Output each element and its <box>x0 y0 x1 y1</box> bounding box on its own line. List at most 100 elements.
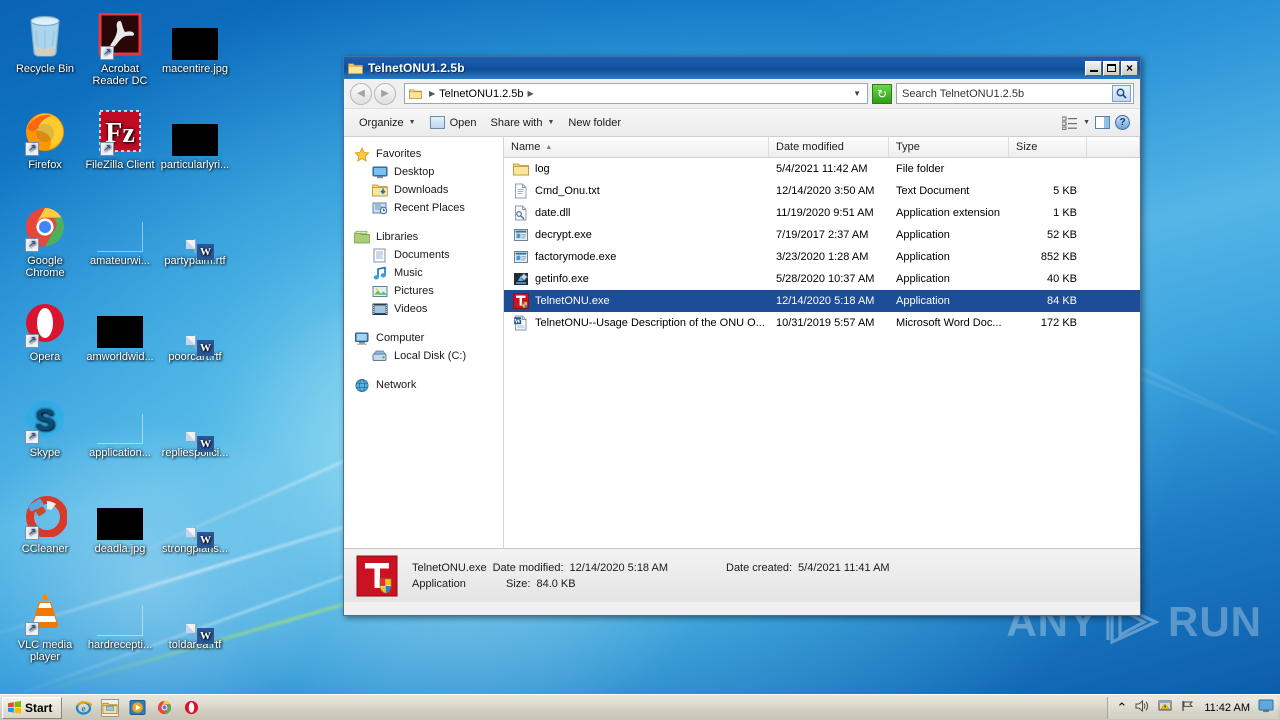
search-icon[interactable] <box>1112 85 1131 102</box>
change-view-icon[interactable] <box>1061 116 1078 130</box>
table-row[interactable]: date.dll 11/19/2020 9:51 AM Application ex… <box>504 202 1140 224</box>
desktop-icon-amateurwi[interactable]: amateurwi... <box>82 202 158 267</box>
file-type: Application <box>896 229 950 241</box>
column-header-size[interactable]: Size <box>1009 137 1087 157</box>
new-folder-button[interactable]: New folder <box>561 112 628 134</box>
desktop-icon-partypalm-rtf[interactable]: Wpartypalm.rtf <box>157 202 233 267</box>
column-header-row[interactable]: Name ▲ Date modified Type Size <box>504 137 1140 158</box>
start-button[interactable]: Start <box>2 696 63 719</box>
nav-item-desktop[interactable]: Desktop <box>344 163 503 181</box>
file-list[interactable]: Name ▲ Date modified Type Size log 5/4/2021 1… <box>504 137 1140 548</box>
nav-group-network[interactable]: Network <box>344 376 503 394</box>
taskbar-opera-icon[interactable] <box>182 699 200 717</box>
nav-item-recent-places[interactable]: Recent Places <box>344 199 503 217</box>
taskbar-chrome-icon[interactable] <box>155 699 173 717</box>
back-button[interactable]: ◀ <box>350 82 372 105</box>
desktop-icon-opera[interactable]: ↗ Opera <box>7 298 83 363</box>
table-row[interactable]: W TelnetONU--Usage Description of the ONU… <box>504 312 1140 334</box>
table-row[interactable]: factorymode.exe 3/23/2020 1:28 AM Applicat… <box>504 246 1140 268</box>
action-center-icon[interactable] <box>1158 699 1173 716</box>
desktop-icon-label: Skype <box>29 447 61 459</box>
taskbar[interactable]: Start e ⌃ 11:42 AM <box>0 694 1280 720</box>
desktop-icon-label: FileZilla Client <box>85 159 155 171</box>
details-pane: TelnetONU.exe Date modified: 12/14/2020 … <box>344 548 1140 602</box>
word-document-icon: W <box>194 431 214 452</box>
desktop-icon-application[interactable]: application... <box>82 394 158 459</box>
taskbar-internet-explorer-icon[interactable]: e <box>74 699 92 717</box>
desktop-icon-acrobat-reader-dc[interactable]: ↗ Acrobat Reader DC <box>82 10 158 87</box>
quick-launch-bar[interactable]: e <box>68 698 200 717</box>
image-thumbnail-icon <box>97 414 143 444</box>
organize-button[interactable]: Organize ▼ <box>352 112 423 134</box>
nav-item-pictures[interactable]: Pictures <box>344 282 503 300</box>
help-icon[interactable]: ? <box>1115 115 1130 130</box>
column-header-type[interactable]: Type <box>889 137 1009 157</box>
address-bar[interactable]: ▶ TelnetONU1.2.5b ▶ ▼ <box>404 83 868 104</box>
table-row[interactable]: TelnetONU.exe 12/14/2020 5:18 AM Applicati… <box>504 290 1140 312</box>
view-dropdown-icon[interactable]: ▼ <box>1083 119 1090 126</box>
breadcrumb-chevron-icon[interactable]: ▶ <box>528 89 534 98</box>
desktop-icon-vlc-media-player[interactable]: ↗ VLC media player <box>7 586 83 663</box>
nav-item-downloads[interactable]: Downloads <box>344 181 503 199</box>
details-size-label: Size: <box>506 577 531 590</box>
nav-item-label: Music <box>394 267 423 279</box>
minimize-button[interactable] <box>1085 60 1102 76</box>
maximize-button[interactable] <box>1103 60 1120 76</box>
desktop-icon-firefox[interactable]: ↗ Firefox <box>7 106 83 171</box>
nav-item-videos[interactable]: Videos <box>344 300 503 318</box>
taskbar-windows-explorer-icon[interactable] <box>101 698 120 717</box>
desktop[interactable]: Recycle Bin ↗ Acrobat Reader DC macentire.… <box>0 0 1280 720</box>
system-tray[interactable]: ⌃ 11:42 AM <box>1107 696 1278 719</box>
desktop-icon-macentire-jpg[interactable]: macentire.jpg <box>157 10 233 75</box>
desktop-icon-particularlyri[interactable]: particularlyri... <box>157 106 233 171</box>
navigation-pane[interactable]: Favorites Desktop Downloads Recent Places Li… <box>344 137 504 548</box>
desktop-icon-recycle-bin[interactable]: Recycle Bin <box>7 10 83 75</box>
desktop-icon-amworldwid[interactable]: amworldwid... <box>82 298 158 363</box>
chevron-down-icon: ▼ <box>547 119 555 126</box>
desktop-icon-toldarea-rtf[interactable]: Wtoldarea.rtf <box>157 586 233 651</box>
file-type: Text Document <box>896 185 970 197</box>
column-header-name[interactable]: Name ▲ <box>504 137 769 157</box>
nav-group-favorites[interactable]: Favorites <box>344 145 503 163</box>
nav-item-documents[interactable]: Documents <box>344 246 503 264</box>
nav-group-computer[interactable]: Computer <box>344 329 503 347</box>
table-row[interactable]: decrypt.exe 7/19/2017 2:37 AM Application 5… <box>504 224 1140 246</box>
refresh-button[interactable]: ↻ <box>872 83 892 104</box>
desktop-icon-hardrecepti[interactable]: hardrecepti... <box>82 586 158 651</box>
desktop-icon-deadla-jpg[interactable]: deadla.jpg <box>82 490 158 555</box>
desktop-icon-skype[interactable]: S ↗ Skype <box>7 394 83 459</box>
desktop-icon-ccleaner[interactable]: ↗ CCleaner <box>7 490 83 555</box>
nav-group-libraries[interactable]: Libraries <box>344 228 503 246</box>
file-rows[interactable]: log 5/4/2021 11:42 AM File folder Cmd_Onu.t… <box>504 158 1140 334</box>
column-header-date[interactable]: Date modified <box>769 137 889 157</box>
taskbar-media-player-icon[interactable] <box>128 699 146 717</box>
desktop-icon-strongplans[interactable]: Wstrongplans... <box>157 490 233 555</box>
window-titlebar[interactable]: TelnetONU1.2.5b × <box>344 57 1140 79</box>
breadcrumb-current[interactable]: TelnetONU1.2.5b <box>439 88 523 100</box>
desktop-icon-filezilla-client[interactable]: Fz ↗ FileZilla Client <box>82 106 158 171</box>
volume-icon[interactable] <box>1135 699 1150 716</box>
address-dropdown-icon[interactable]: ▼ <box>849 89 865 98</box>
watermark-right-text: RUN <box>1168 598 1262 645</box>
desktop-icon-repliespolici[interactable]: Wrepliespolici... <box>157 394 233 459</box>
forward-button[interactable]: ▶ <box>374 82 396 105</box>
close-button[interactable]: × <box>1121 60 1138 76</box>
nav-item-local-disk-c[interactable]: Local Disk (C:) <box>344 347 503 365</box>
explorer-window[interactable]: TelnetONU1.2.5b × ◀ ▶ ▶ TelnetONU1.2.5b … <box>343 56 1141 616</box>
table-row[interactable]: Cmd_Onu.txt 12/14/2020 3:50 AM Text Docume… <box>504 180 1140 202</box>
table-row[interactable]: getinfo.exe 5/28/2020 10:37 AM Application… <box>504 268 1140 290</box>
network-flag-icon[interactable] <box>1181 699 1196 716</box>
show-desktop-icon[interactable] <box>1258 699 1274 716</box>
downloads-icon <box>372 183 388 198</box>
show-hidden-icons-button[interactable]: ⌃ <box>1116 700 1127 716</box>
details-date-modified-value: 12/14/2020 5:18 AM <box>569 561 668 574</box>
desktop-icon-google-chrome[interactable]: ↗ Google Chrome <box>7 202 83 279</box>
table-row[interactable]: log 5/4/2021 11:42 AM File folder <box>504 158 1140 180</box>
open-button[interactable]: Open <box>423 112 484 134</box>
share-with-button[interactable]: Share with ▼ <box>484 112 562 134</box>
desktop-icon-poorcart-rtf[interactable]: Wpoorcart.rtf <box>157 298 233 363</box>
nav-item-music[interactable]: Music <box>344 264 503 282</box>
clock[interactable]: 11:42 AM <box>1204 702 1250 714</box>
search-input[interactable]: Search TelnetONU1.2.5b <box>896 83 1134 104</box>
preview-pane-icon[interactable] <box>1095 116 1110 129</box>
